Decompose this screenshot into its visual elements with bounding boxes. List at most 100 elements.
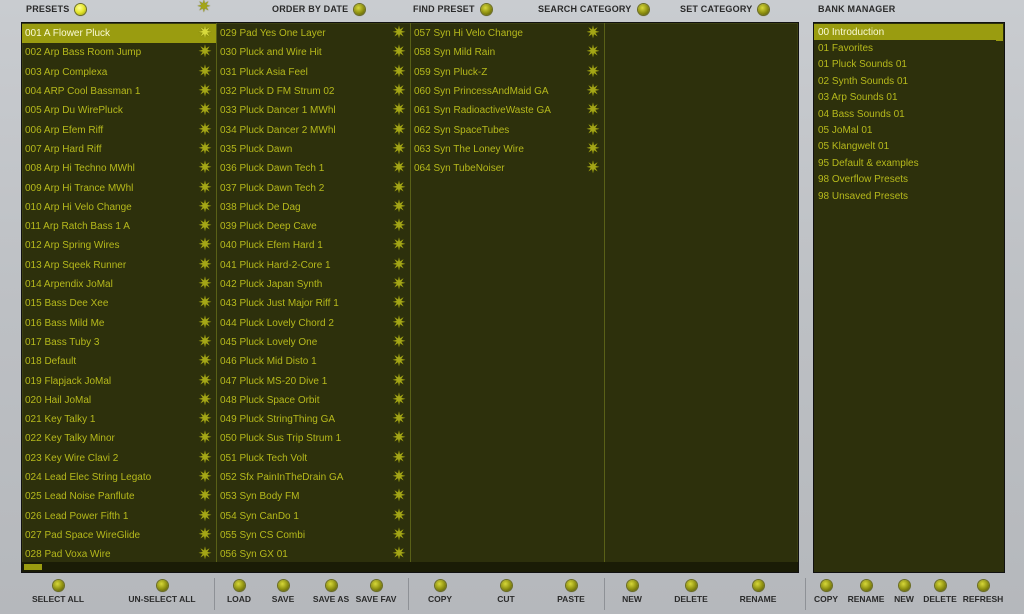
preset-list-item[interactable]: 048 Pluck Space Orbit ✷ [217, 391, 410, 410]
scrollbar-thumb[interactable] [24, 564, 42, 570]
star-icon[interactable]: ✷ [196, 121, 214, 139]
star-icon[interactable]: ✷ [390, 25, 408, 42]
preset-list-item[interactable]: 013 Arp Sqeek Runner ✷ [22, 256, 216, 275]
star-icon[interactable]: ✷ [390, 256, 408, 274]
preset-list-item[interactable]: 024 Lead Elec String Legato ✷ [22, 468, 216, 487]
select-all-button[interactable]: SELECT ALL [18, 580, 98, 604]
star-icon[interactable]: ✷ [196, 449, 214, 467]
star-icon[interactable]: ✷ [390, 44, 408, 61]
bank-list-item[interactable]: 04 Bass Sounds 01 [814, 106, 996, 122]
preset-list-item[interactable]: 061 Syn RadioactiveWaste GA ✷ [411, 101, 604, 120]
star-icon[interactable]: ✷ [390, 295, 408, 312]
preset-list-item[interactable]: 054 Syn CanDo 1 ✷ [217, 507, 410, 526]
preset-list-item[interactable]: 051 Pluck Tech Volt ✷ [217, 449, 410, 468]
preset-list-item[interactable]: 002 Arp Bass Room Jump ✷ [22, 43, 216, 62]
delete-led-icon[interactable] [685, 580, 697, 591]
paste-led-icon[interactable] [565, 580, 577, 591]
preset-list-item[interactable]: 032 Pluck D FM Strum 02 ✷ [217, 82, 410, 101]
star-icon[interactable]: ✷ [196, 83, 214, 100]
preset-list-item[interactable]: 009 Arp Hi Trance MWhl ✷ [22, 178, 216, 197]
order-by-date-led-icon[interactable] [354, 3, 366, 15]
preset-list-item[interactable]: 025 Lead Noise Panflute ✷ [22, 487, 216, 506]
presets-led-icon[interactable] [75, 3, 87, 15]
preset-list-item[interactable]: 026 Lead Power Fifth 1 ✷ [22, 507, 216, 526]
set-category-led-icon[interactable] [758, 3, 770, 15]
star-icon[interactable]: ✷ [390, 121, 408, 139]
bank-list-item[interactable]: 05 Klangwelt 01 [814, 139, 996, 155]
star-icon[interactable]: ✷ [584, 25, 602, 42]
star-icon[interactable]: ✷ [196, 237, 214, 254]
preset-list-item[interactable]: 047 Pluck MS-20 Dive 1 ✷ [217, 371, 410, 390]
star-icon[interactable]: ✷ [390, 63, 408, 81]
star-icon[interactable]: ✷ [390, 237, 408, 254]
star-icon[interactable]: ✷ [196, 391, 214, 409]
preset-list-item[interactable]: 037 Pluck Dawn Tech 2 ✷ [217, 178, 410, 197]
star-icon[interactable]: ✷ [196, 411, 214, 428]
rename-led-icon[interactable] [752, 580, 764, 591]
bank-list-item[interactable]: 98 Unsaved Presets [814, 188, 996, 204]
bank-refresh-led-icon[interactable] [977, 580, 989, 591]
preset-list-item[interactable]: 001 A Flower Pluck ✷ [22, 24, 216, 44]
preset-list-item[interactable]: 058 Syn Mild Rain ✷ [411, 43, 604, 62]
star-icon[interactable]: ✷ [584, 121, 602, 139]
star-icon[interactable]: ✷ [390, 218, 408, 235]
preset-list-item[interactable]: 018 Default ✷ [22, 352, 216, 371]
preset-list-item[interactable]: 064 Syn TubeNoiser ✷ [411, 159, 604, 178]
preset-list-item[interactable]: 005 Arp Du WirePluck ✷ [22, 101, 216, 120]
save-fav-led-icon[interactable] [370, 580, 382, 591]
star-icon[interactable]: ✷ [196, 469, 214, 486]
preset-list-item[interactable]: 039 Pluck Deep Cave ✷ [217, 217, 410, 236]
preset-list-item[interactable]: 046 Pluck Mid Disto 1 ✷ [217, 352, 410, 371]
preset-list-item[interactable]: 057 Syn Hi Velo Change ✷ [411, 24, 604, 43]
star-icon[interactable]: ✷ [584, 83, 602, 100]
bank-list-item[interactable]: 03 Arp Sounds 01 [814, 90, 996, 106]
bank-list-item[interactable]: 98 Overflow Presets [814, 172, 996, 188]
preset-list-item[interactable]: 020 Hail JoMal ✷ [22, 391, 216, 410]
bank-list-item[interactable]: 02 Synth Sounds 01 [814, 73, 996, 89]
star-icon[interactable]: ✷ [196, 160, 214, 177]
star-icon[interactable]: ✷ [390, 276, 408, 293]
star-icon[interactable]: ✷ [196, 333, 214, 351]
new-led-icon[interactable] [626, 580, 638, 591]
star-icon[interactable]: ✷ [390, 449, 408, 467]
preset-list-item[interactable]: 041 Pluck Hard-2-Core 1 ✷ [217, 256, 410, 275]
star-icon[interactable]: ✷ [584, 102, 602, 119]
preset-list-item[interactable]: 012 Arp Spring Wires ✷ [22, 236, 216, 255]
preset-list-item[interactable]: 016 Bass Mild Me ✷ [22, 314, 216, 333]
preset-list-item[interactable]: 044 Pluck Lovely Chord 2 ✷ [217, 314, 410, 333]
star-icon[interactable]: ✷ [196, 546, 214, 563]
preset-list-item[interactable]: 052 Sfx PainInTheDrain GA ✷ [217, 468, 410, 487]
star-icon[interactable]: ✷ [196, 276, 214, 293]
star-icon[interactable]: ✷ [390, 333, 408, 351]
star-icon[interactable]: ✷ [196, 430, 214, 447]
star-icon[interactable]: ✷ [196, 198, 214, 216]
preset-list-item[interactable]: 023 Key Wire Clavi 2 ✷ [22, 449, 216, 468]
find-preset-led-icon[interactable] [480, 3, 492, 15]
preset-list-item[interactable]: 017 Bass Tuby 3 ✷ [22, 333, 216, 352]
preset-list-item[interactable]: 053 Syn Body FM ✷ [217, 487, 410, 506]
preset-list-item[interactable]: 030 Pluck and Wire Hit ✷ [217, 43, 410, 62]
star-icon[interactable]: ✷ [390, 430, 408, 447]
star-icon[interactable]: ✷ [390, 179, 408, 197]
star-icon[interactable]: ✷ [390, 198, 408, 216]
preset-list-item[interactable]: 042 Pluck Japan Synth ✷ [217, 275, 410, 294]
preset-list-item[interactable]: 010 Arp Hi Velo Change ✷ [22, 198, 216, 217]
star-icon[interactable]: ✷ [196, 140, 214, 158]
preset-list-item[interactable]: 022 Key Talky Minor ✷ [22, 429, 216, 448]
preset-list-item[interactable]: 035 Pluck Dawn ✷ [217, 140, 410, 159]
preset-list-item[interactable]: 011 Arp Ratch Bass 1 A ✷ [22, 217, 216, 236]
save-led-icon[interactable] [277, 580, 289, 591]
preset-list-item[interactable]: 008 Arp Hi Techno MWhl ✷ [22, 159, 216, 178]
preset-list-item[interactable]: 007 Arp Hard Riff ✷ [22, 140, 216, 159]
preset-list-item[interactable]: 055 Syn CS Combi ✷ [217, 526, 410, 545]
preset-list-item[interactable]: 036 Pluck Dawn Tech 1 ✷ [217, 159, 410, 178]
star-icon[interactable]: ✷ [390, 102, 408, 119]
star-icon[interactable]: ✷ [196, 526, 214, 544]
star-icon[interactable]: ✷ [196, 353, 214, 370]
preset-list-item[interactable]: 014 Arpendix JoMal ✷ [22, 275, 216, 294]
select-all-led-icon[interactable] [52, 580, 64, 591]
star-icon[interactable]: ✷ [390, 526, 408, 544]
star-icon[interactable]: ✷ [390, 488, 408, 505]
preset-list-item[interactable]: 004 ARP Cool Bassman 1 ✷ [22, 82, 216, 101]
preset-list-item[interactable]: 062 Syn SpaceTubes ✷ [411, 121, 604, 140]
